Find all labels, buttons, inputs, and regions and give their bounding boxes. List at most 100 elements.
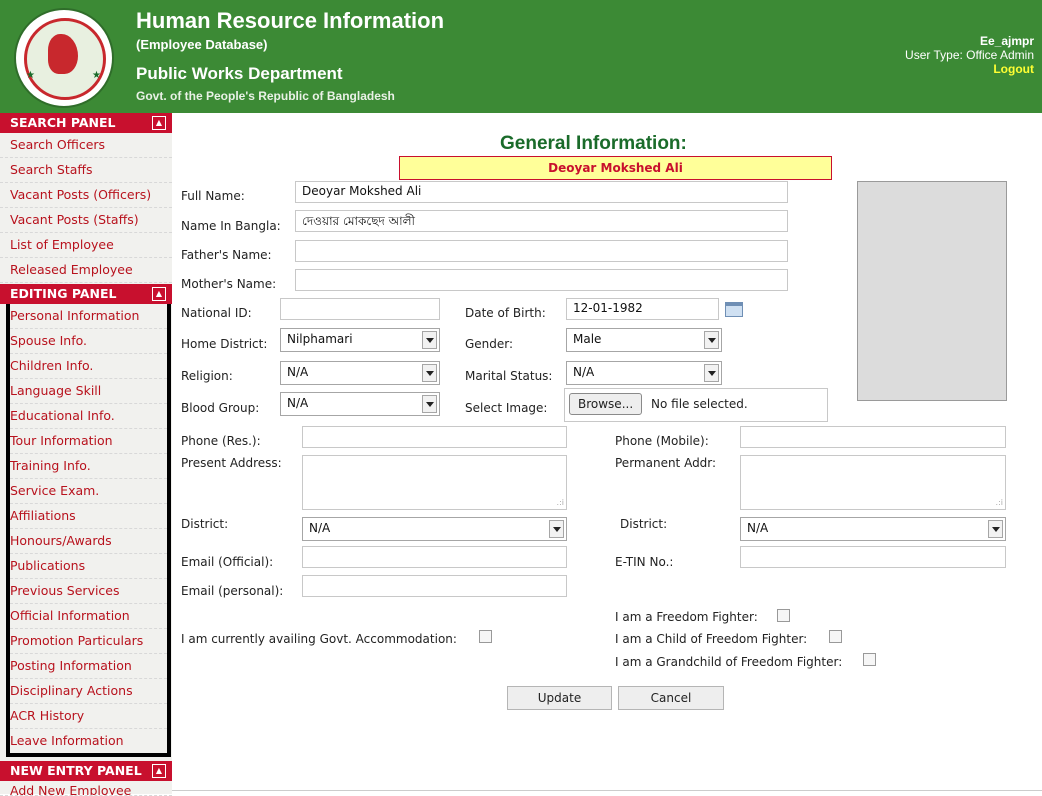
phone-mobile-input[interactable]: [740, 426, 1006, 448]
religion-select[interactable]: N/A: [280, 361, 440, 385]
nav-promotion-particulars[interactable]: Promotion Particulars: [10, 629, 167, 654]
father-name-label: Father's Name:: [181, 248, 272, 262]
employee-name-banner: Deoyar Mokshed Ali: [399, 156, 832, 180]
name-bangla-input[interactable]: দেওয়ার মোকছেদ আলী: [295, 210, 788, 232]
app-title: Human Resource Information: [136, 8, 445, 33]
name-bangla-label: Name In Bangla:: [181, 219, 281, 233]
grandchild-freedom-fighter-checkbox[interactable]: [863, 653, 876, 666]
email-official-label: Email (Official):: [181, 555, 274, 569]
permanent-address-input[interactable]: .:i: [740, 455, 1006, 510]
home-district-select[interactable]: Nilphamari: [280, 328, 440, 352]
select-image-label: Select Image:: [465, 401, 548, 415]
chevron-down-icon: [422, 395, 437, 413]
present-address-label: Present Address:: [181, 456, 282, 470]
nav-educational-info[interactable]: Educational Info.: [10, 404, 167, 429]
nav-search-officers[interactable]: Search Officers: [0, 133, 172, 158]
permanent-address-label: Permanent Addr:: [615, 456, 717, 470]
chevron-down-icon: [422, 364, 437, 382]
present-district-select[interactable]: N/A: [302, 517, 567, 541]
permanent-district-select[interactable]: N/A: [740, 517, 1006, 541]
govt-accommodation-label: I am currently availing Govt. Accommodat…: [181, 632, 457, 646]
nav-list-of-employee[interactable]: List of Employee: [0, 233, 172, 258]
page-bottom-divider: [172, 790, 1042, 791]
cancel-button[interactable]: Cancel: [618, 686, 724, 710]
etin-input[interactable]: [740, 546, 1006, 568]
gender-label: Gender:: [465, 337, 514, 351]
nav-disciplinary-actions[interactable]: Disciplinary Actions: [10, 679, 167, 704]
file-status: No file selected.: [651, 397, 748, 411]
marital-status-select[interactable]: N/A: [566, 361, 722, 385]
nav-honours-awards[interactable]: Honours/Awards: [10, 529, 167, 554]
new-entry-panel-header: NEW ENTRY PANEL ▲: [0, 761, 172, 781]
nav-publications[interactable]: Publications: [10, 554, 167, 579]
etin-label: E-TIN No.:: [615, 555, 674, 569]
freedom-fighter-label: I am a Freedom Fighter:: [615, 610, 758, 624]
browse-button[interactable]: Browse...: [569, 393, 643, 415]
blood-group-select[interactable]: N/A: [280, 392, 440, 416]
update-button[interactable]: Update: [507, 686, 612, 710]
child-freedom-fighter-label: I am a Child of Freedom Fighter:: [615, 632, 808, 646]
phone-res-input[interactable]: [302, 426, 567, 448]
user-info: Ee_ajmpr User Type: Office Admin Logout: [905, 34, 1034, 76]
government-name: Govt. of the People's Republic of Bangla…: [136, 89, 395, 103]
grandchild-freedom-fighter-label: I am a Grandchild of Freedom Fighter:: [615, 655, 843, 669]
sidebar: SEARCH PANEL ▲ Search Officers Search St…: [0, 113, 172, 796]
father-name-input[interactable]: [295, 240, 788, 262]
dob-label: Date of Birth:: [465, 306, 546, 320]
nav-previous-services[interactable]: Previous Services: [10, 579, 167, 604]
nav-official-information[interactable]: Official Information: [10, 604, 167, 629]
header: ★ ★ Human Resource Information (Employee…: [0, 0, 1042, 113]
collapse-icon[interactable]: ▲: [152, 287, 166, 301]
collapse-icon[interactable]: ▲: [152, 116, 166, 130]
permanent-district-label: District:: [620, 517, 668, 531]
collapse-icon[interactable]: ▲: [152, 764, 166, 778]
nav-service-exam[interactable]: Service Exam.: [10, 479, 167, 504]
full-name-input[interactable]: Deoyar Mokshed Ali: [295, 181, 788, 203]
nav-acr-history[interactable]: ACR History: [10, 704, 167, 729]
present-district-label: District:: [181, 517, 229, 531]
chevron-down-icon: [549, 520, 564, 538]
national-id-label: National ID:: [181, 306, 252, 320]
religion-label: Religion:: [181, 369, 233, 383]
nav-search-staffs[interactable]: Search Staffs: [0, 158, 172, 183]
nav-personal-information[interactable]: Personal Information: [10, 304, 167, 329]
image-file-input: Browse... No file selected.: [564, 388, 828, 422]
phone-res-label: Phone (Res.):: [181, 434, 261, 448]
nav-language-skill[interactable]: Language Skill: [10, 379, 167, 404]
dob-input[interactable]: 12-01-1982: [566, 298, 719, 320]
page-title: General Information:: [500, 133, 687, 154]
calendar-icon[interactable]: [725, 302, 743, 317]
blood-group-label: Blood Group:: [181, 401, 260, 415]
nav-vacant-posts-staffs[interactable]: Vacant Posts (Staffs): [0, 208, 172, 233]
nav-tour-information[interactable]: Tour Information: [10, 429, 167, 454]
phone-mobile-label: Phone (Mobile):: [615, 434, 709, 448]
chevron-down-icon: [704, 331, 719, 349]
govt-accommodation-checkbox[interactable]: [479, 630, 492, 643]
app-subtitle: (Employee Database): [136, 37, 268, 52]
email-official-input[interactable]: [302, 546, 567, 568]
search-panel-header: SEARCH PANEL ▲: [0, 113, 172, 133]
nav-released-employee[interactable]: Released Employee: [0, 258, 172, 283]
child-freedom-fighter-checkbox[interactable]: [829, 630, 842, 643]
email-personal-label: Email (personal):: [181, 584, 284, 598]
nav-affiliations[interactable]: Affiliations: [10, 504, 167, 529]
user-name: Ee_ajmpr: [979, 34, 1034, 48]
employee-photo: [857, 181, 1007, 401]
marital-status-label: Marital Status:: [465, 369, 553, 383]
email-personal-input[interactable]: [302, 575, 567, 597]
editing-panel-list: Personal Information Spouse Info. Childr…: [6, 304, 171, 757]
user-type: User Type: Office Admin: [905, 48, 1034, 62]
nav-vacant-posts-officers[interactable]: Vacant Posts (Officers): [0, 183, 172, 208]
nav-leave-information[interactable]: Leave Information: [10, 729, 167, 753]
national-id-input[interactable]: [280, 298, 440, 320]
search-panel-list: Search Officers Search Staffs Vacant Pos…: [0, 133, 172, 283]
mother-name-input[interactable]: [295, 269, 788, 291]
logout-link[interactable]: Logout: [993, 62, 1034, 76]
nav-training-info[interactable]: Training Info.: [10, 454, 167, 479]
nav-children-info[interactable]: Children Info.: [10, 354, 167, 379]
freedom-fighter-checkbox[interactable]: [777, 609, 790, 622]
present-address-input[interactable]: .:i: [302, 455, 567, 510]
nav-posting-information[interactable]: Posting Information: [10, 654, 167, 679]
nav-spouse-info[interactable]: Spouse Info.: [10, 329, 167, 354]
gender-select[interactable]: Male: [566, 328, 722, 352]
